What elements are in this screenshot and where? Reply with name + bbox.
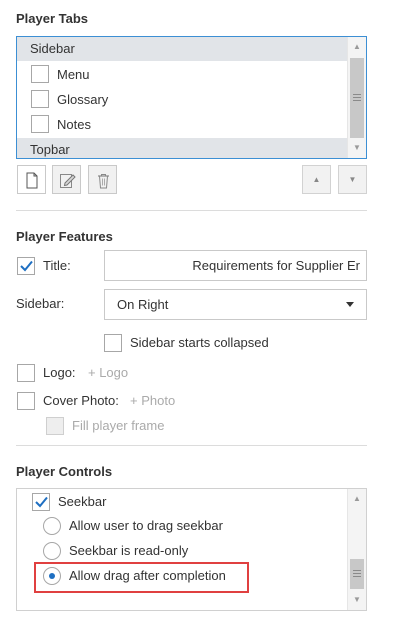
notes-checkbox[interactable] (31, 115, 49, 133)
seekbar-label: Seekbar (58, 494, 107, 509)
read-only-radio[interactable] (43, 542, 61, 560)
scroll-down-icon[interactable]: ▼ (348, 590, 366, 610)
tab-group-topbar[interactable]: Topbar (17, 138, 347, 158)
drag-seekbar-radio[interactable] (43, 517, 61, 535)
controls-scrollbar[interactable]: ▲ ▼ (347, 489, 366, 610)
player-tabs-list[interactable]: Sidebar Menu Glossary Notes Topbar ▲ ▼ (16, 36, 367, 159)
tab-item-label: Menu (57, 67, 90, 82)
highlight-box (34, 562, 249, 593)
chevron-down-icon (346, 302, 354, 307)
sidebar-collapsed-label: Sidebar starts collapsed (130, 335, 269, 350)
scroll-up-icon[interactable]: ▲ (348, 489, 366, 509)
glossary-checkbox[interactable] (31, 90, 49, 108)
add-photo-link[interactable]: + Photo (130, 392, 175, 410)
drag-seekbar-label: Allow user to drag seekbar (69, 518, 223, 533)
title-label: Title: (43, 258, 71, 273)
tab-item-menu[interactable]: Menu (17, 62, 347, 87)
fill-frame-checkbox (46, 417, 64, 435)
title-input[interactable]: Requirements for Supplier Er (104, 250, 367, 281)
player-features-title: Player Features (16, 229, 113, 244)
scroll-down-icon[interactable]: ▼ (348, 138, 366, 158)
sidebar-label: Sidebar: (16, 296, 65, 311)
read-only-label: Seekbar is read-only (69, 543, 189, 558)
sidebar-select[interactable]: On Right (104, 289, 367, 320)
tab-group-sidebar[interactable]: Sidebar (17, 37, 347, 61)
delete-tab-button[interactable] (88, 165, 117, 194)
cover-photo-checkbox[interactable] (17, 392, 35, 410)
tabs-scrollbar[interactable]: ▲ ▼ (347, 37, 366, 158)
tab-item-label: Notes (57, 117, 91, 132)
scroll-thumb[interactable] (350, 58, 364, 138)
triangle-down-icon: ▼ (348, 175, 357, 184)
checkmark-icon (35, 496, 48, 508)
scroll-thumb[interactable] (350, 559, 364, 589)
move-down-button[interactable]: ▼ (338, 165, 367, 194)
divider (16, 445, 367, 446)
scroll-up-icon[interactable]: ▲ (348, 37, 366, 57)
title-checkbox[interactable] (17, 257, 35, 275)
fill-frame-label: Fill player frame (72, 418, 165, 433)
player-tabs-title: Player Tabs (16, 11, 89, 26)
player-controls-title: Player Controls (16, 464, 113, 479)
add-logo-link[interactable]: + Logo (88, 364, 128, 382)
edit-icon (60, 174, 76, 188)
new-document-icon (26, 172, 38, 189)
cover-photo-label: Cover Photo: (43, 393, 119, 408)
checkmark-icon (20, 260, 33, 272)
tab-item-glossary[interactable]: Glossary (17, 87, 347, 112)
move-up-button[interactable]: ▲ (302, 165, 331, 194)
sidebar-collapsed-checkbox[interactable] (104, 334, 122, 352)
triangle-up-icon: ▲ (312, 175, 321, 184)
tab-item-label: Glossary (57, 92, 109, 107)
menu-checkbox[interactable] (31, 65, 49, 83)
trash-icon (98, 174, 109, 189)
tab-item-notes[interactable]: Notes (17, 112, 347, 137)
logo-label: Logo: (43, 365, 76, 380)
logo-checkbox[interactable] (17, 364, 35, 382)
new-tab-button[interactable] (17, 165, 46, 194)
divider (16, 210, 367, 211)
seekbar-checkbox[interactable] (32, 493, 50, 511)
edit-tab-button[interactable] (52, 165, 81, 194)
sidebar-select-value: On Right (117, 297, 169, 312)
